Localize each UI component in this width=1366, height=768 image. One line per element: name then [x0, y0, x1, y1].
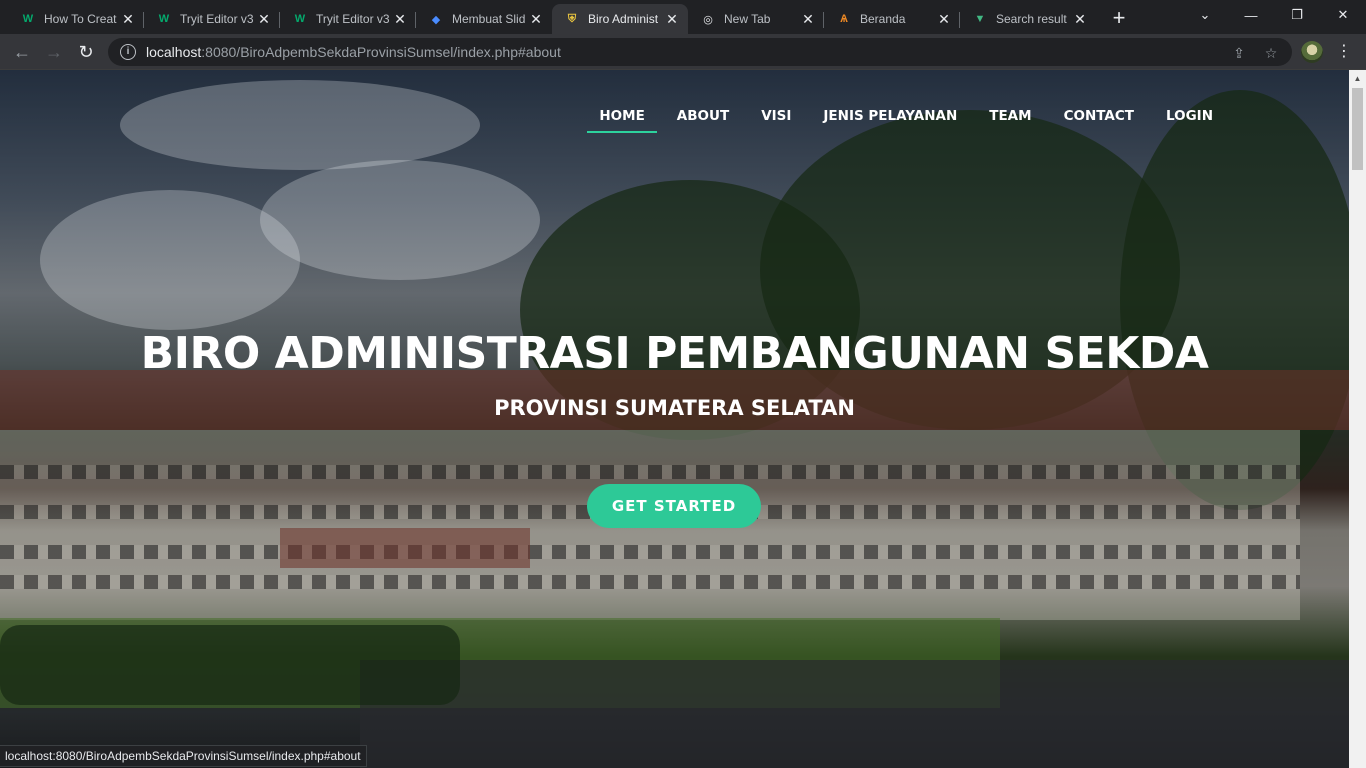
tab-search-icon[interactable]: ⌄ [1182, 0, 1228, 30]
url-path: :8080/BiroAdpembSekdaProvinsiSumsel/inde… [201, 44, 561, 60]
nav-about[interactable]: ABOUT [661, 107, 745, 133]
main-nav: HOME ABOUT VISI JENIS PELAYANAN TEAM CON… [583, 107, 1229, 133]
w3schools-icon: W [294, 13, 306, 25]
share-icon[interactable]: ⇪ [1230, 44, 1248, 62]
browser-tab[interactable]: W How To Creat ✕ [8, 4, 144, 34]
link-status-bubble: localhost:8080/BiroAdpembSekdaProvinsiSu… [0, 745, 367, 767]
tab-title: How To Creat [44, 12, 117, 26]
site-info-icon[interactable]: i [120, 44, 136, 60]
bookmark-star-icon[interactable]: ☆ [1262, 44, 1280, 62]
close-icon[interactable]: ✕ [936, 11, 952, 27]
nav-home[interactable]: HOME [583, 107, 660, 133]
get-started-button[interactable]: GET STARTED [587, 484, 761, 528]
reload-icon[interactable]: ↻ [72, 38, 100, 66]
address-bar[interactable]: i localhost :8080/BiroAdpembSekdaProvins… [108, 38, 1292, 66]
browser-tab-active[interactable]: ⛨ Biro Administ ✕ [552, 4, 688, 34]
minimize-icon[interactable]: — [1228, 0, 1274, 30]
hero-title: BIRO ADMINISTRASI PEMBANGUNAN SEKDA [140, 328, 1209, 379]
tab-title: Tryit Editor v3 [180, 12, 254, 26]
new-tab-button[interactable]: + [1106, 6, 1132, 32]
emblem-icon: ⛨ [567, 12, 577, 25]
forward-icon[interactable]: → [40, 38, 68, 66]
back-icon[interactable]: ← [8, 38, 36, 66]
browser-tab[interactable]: Ѧ Beranda ✕ [824, 4, 960, 34]
browser-tab[interactable]: ◎ New Tab ✕ [688, 4, 824, 34]
close-icon[interactable]: ✕ [120, 11, 136, 27]
tab-strip: W How To Creat ✕ W Tryit Editor v3 ✕ W T… [0, 0, 1366, 34]
window-close-icon[interactable]: ✕ [1320, 0, 1366, 30]
w3schools-icon: W [158, 13, 170, 25]
nav-contact[interactable]: CONTACT [1048, 107, 1150, 133]
code-icon: ◆ [431, 13, 441, 26]
nav-team[interactable]: TEAM [973, 107, 1047, 133]
window-row [0, 465, 1300, 479]
tab-title: Tryit Editor v3 [316, 12, 390, 26]
vue-icon: ▼ [974, 13, 986, 25]
close-icon[interactable]: ✕ [1072, 11, 1088, 27]
hedge-shape [0, 625, 460, 705]
window-row [0, 575, 1300, 589]
browser-tab[interactable]: ▼ Search result ✕ [960, 4, 1096, 34]
cloud-shape [260, 160, 540, 280]
cloud-shape [120, 80, 480, 170]
browser-tab[interactable]: W Tryit Editor v3 ✕ [280, 4, 416, 34]
window-row [0, 545, 1300, 559]
nav-visi[interactable]: VISI [745, 107, 807, 133]
tab-title: Search result [996, 12, 1067, 26]
close-icon[interactable]: ✕ [392, 11, 408, 27]
kebab-menu-icon[interactable]: ⋮ [1336, 40, 1352, 64]
browser-toolbar: ← → ↻ i localhost :8080/BiroAdpembSekdaP… [0, 34, 1366, 70]
scroll-thumb[interactable] [1352, 88, 1363, 170]
url-host: localhost [146, 44, 202, 60]
browser-tab[interactable]: ◆ Membuat Slid ✕ [416, 4, 552, 34]
restore-icon[interactable]: ❐ [1274, 0, 1320, 30]
roof-shape [280, 528, 530, 568]
tab-title: Beranda [860, 12, 906, 26]
w3schools-icon: W [22, 13, 34, 25]
tab-title: Membuat Slid [452, 12, 526, 26]
road-shape [360, 660, 1349, 768]
close-icon[interactable]: ✕ [664, 11, 680, 27]
browser-tab[interactable]: W Tryit Editor v3 ✕ [144, 4, 280, 34]
tab-title: Biro Administ [588, 12, 659, 26]
tab-title: New Tab [724, 12, 771, 26]
nav-login[interactable]: LOGIN [1150, 107, 1229, 133]
close-icon[interactable]: ✕ [528, 11, 544, 27]
profile-avatar[interactable] [1301, 41, 1323, 63]
hero-subtitle: PROVINSI SUMATERA SELATAN [494, 396, 855, 420]
chrome-icon: ◎ [703, 13, 713, 26]
close-icon[interactable]: ✕ [800, 11, 816, 27]
page-viewport: HOME ABOUT VISI JENIS PELAYANAN TEAM CON… [0, 70, 1349, 768]
logo-icon: Ѧ [840, 13, 848, 25]
page-scrollbar[interactable]: ▲ [1349, 70, 1366, 768]
close-icon[interactable]: ✕ [256, 11, 272, 27]
nav-jenis-pelayanan[interactable]: JENIS PELAYANAN [807, 107, 973, 133]
scroll-up-arrow-icon[interactable]: ▲ [1349, 70, 1366, 87]
